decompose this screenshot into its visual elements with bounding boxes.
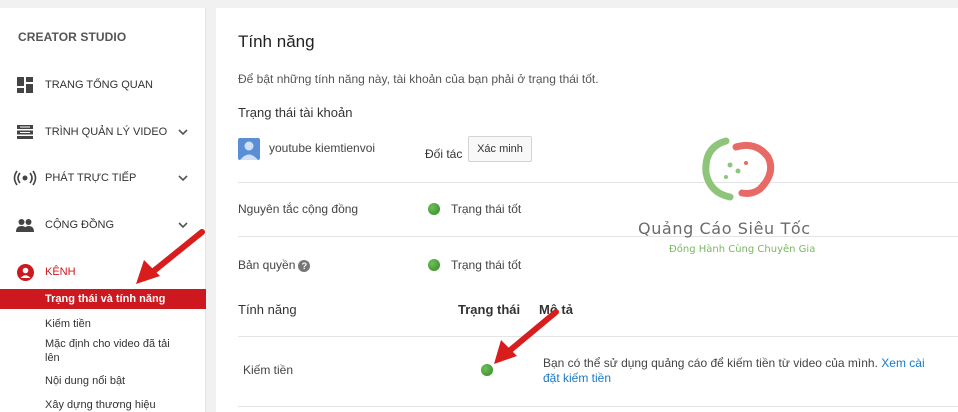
feature-description: Bạn có thể sử dụng quảng cáo để kiếm tiề… bbox=[543, 356, 933, 386]
community-status: Trạng thái tốt bbox=[451, 202, 522, 216]
divider bbox=[238, 406, 958, 407]
watermark-tagline: Đồng Hành Cùng Chuyên Gia bbox=[669, 244, 816, 255]
chevron-down-icon[interactable] bbox=[178, 220, 188, 230]
table-header-status: Trạng thái bbox=[458, 302, 521, 317]
chevron-down-icon[interactable] bbox=[178, 173, 188, 183]
sidebar-subitem-monetization[interactable]: Kiếm tiền bbox=[0, 317, 206, 331]
community-icon bbox=[16, 216, 34, 234]
account-status-title: Trạng thái tài khoản bbox=[238, 105, 353, 120]
sidebar-item-label: TRANG TỔNG QUAN bbox=[45, 79, 153, 91]
chevron-down-icon[interactable] bbox=[178, 127, 188, 137]
sidebar-item-channel[interactable]: KÊNH bbox=[0, 258, 206, 286]
sidebar-subitem-featured-content[interactable]: Nội dung nổi bật bbox=[0, 374, 206, 388]
table-header-description: Mô tả bbox=[539, 302, 573, 317]
sidebar-item-label: TRÌNH QUẢN LÝ VIDEO bbox=[45, 126, 168, 138]
page-title: Tính năng bbox=[238, 32, 315, 51]
feature-monetization-name: Kiếm tiền bbox=[243, 363, 294, 377]
status-good-icon bbox=[481, 364, 493, 376]
avatar bbox=[238, 138, 260, 160]
dashboard-icon bbox=[16, 76, 34, 94]
channel-icon bbox=[16, 263, 34, 281]
intro-text: Để bật những tính năng này, tài khoản củ… bbox=[238, 72, 599, 86]
watermark-logo bbox=[702, 137, 775, 201]
main-panel: Tính năng Để bật những tính năng này, tà… bbox=[216, 8, 958, 412]
video-manager-icon bbox=[16, 123, 34, 141]
community-guidelines-label: Nguyên tắc cộng đồng bbox=[238, 202, 359, 216]
sidebar-item-community[interactable]: CỘNG ĐỒNG bbox=[0, 211, 206, 239]
live-icon bbox=[13, 169, 37, 187]
copyright-label: Bản quyền bbox=[238, 258, 296, 272]
sidebar-item-label: CỘNG ĐỒNG bbox=[45, 219, 115, 231]
sidebar-subitem-status-features[interactable]: Trạng thái và tính năng bbox=[0, 289, 206, 309]
sidebar: CREATOR STUDIO TRANG TỔNG QUAN TRÌNH QUẢ… bbox=[0, 8, 206, 412]
feature-description-text: Bạn có thể sử dụng quảng cáo để kiếm tiề… bbox=[543, 356, 878, 370]
sidebar-subitem-upload-defaults[interactable]: Mặc định cho video đã tải lên bbox=[0, 337, 175, 365]
sidebar-item-live[interactable]: PHÁT TRỰC TIẾP bbox=[0, 164, 206, 192]
verify-button[interactable]: Xác minh bbox=[468, 136, 532, 162]
divider bbox=[238, 236, 958, 237]
sidebar-item-label: KÊNH bbox=[45, 266, 76, 278]
divider bbox=[238, 182, 958, 183]
sidebar-subitem-branding[interactable]: Xây dựng thương hiệu bbox=[0, 398, 206, 412]
partner-label: Đối tác bbox=[425, 147, 463, 161]
sidebar-title: CREATOR STUDIO bbox=[18, 30, 127, 44]
status-good-icon bbox=[428, 203, 440, 215]
sidebar-item-label: PHÁT TRỰC TIẾP bbox=[45, 172, 137, 184]
sidebar-item-dashboard[interactable]: TRANG TỔNG QUAN bbox=[0, 71, 206, 99]
copyright-status: Trạng thái tốt bbox=[451, 258, 522, 272]
status-good-icon bbox=[428, 259, 440, 271]
table-header-feature: Tính năng bbox=[238, 302, 297, 317]
divider bbox=[238, 336, 958, 337]
account-name: youtube kiemtienvoi bbox=[269, 141, 376, 155]
help-icon[interactable]: ? bbox=[298, 259, 311, 272]
watermark-name: Quảng Cáo Siêu Tốc bbox=[638, 219, 811, 238]
copyright-row: Bản quyền? bbox=[238, 258, 311, 272]
sidebar-item-video-manager[interactable]: TRÌNH QUẢN LÝ VIDEO bbox=[0, 118, 206, 146]
